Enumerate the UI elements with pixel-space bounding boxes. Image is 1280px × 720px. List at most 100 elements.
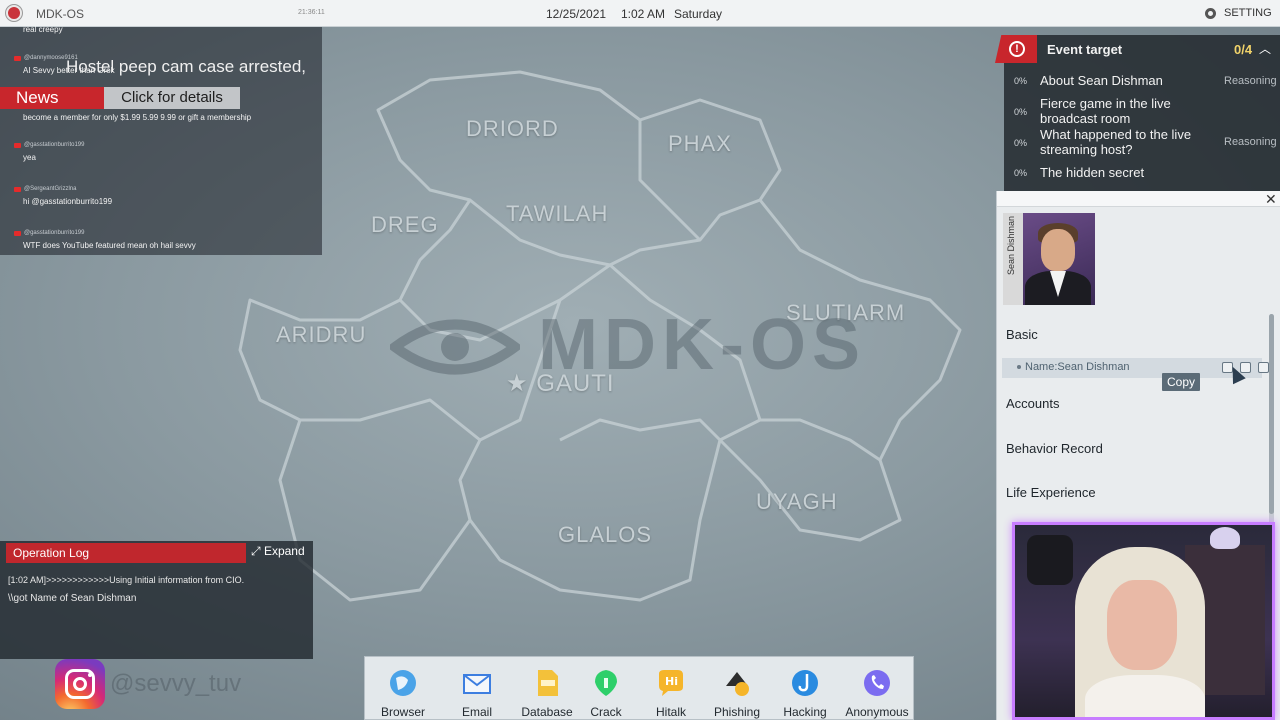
news-headline: Hostel peep cam case arrested, [66,57,307,76]
setting-button[interactable]: SETTING [1224,7,1272,19]
chat-message-text: become a member for only $1.99 5.99 9.99… [23,113,252,122]
dock-item-hitalk[interactable]: Hi Hitalk [637,657,705,720]
dock-item-label: Browser [380,705,425,719]
app-name: MDK-OS [36,7,84,21]
event-item-text: Fierce game in the live broadcast room [1040,96,1171,126]
svg-text:Hi: Hi [665,675,678,688]
database-icon [538,670,558,696]
name-field-row[interactable]: Name:Sean Dishman [1002,358,1269,378]
event-item-progress: 0% [1014,168,1028,178]
alert-icon: ! [1009,41,1025,57]
news-badge: News [0,87,104,109]
dock-item-email[interactable]: Email [443,657,511,720]
profile-title-bar [997,191,1280,207]
chat-username: @gasstationburrito199 [24,142,85,148]
chat-message-text: hi @gasstationburrito199 [23,197,113,206]
gear-icon[interactable] [1205,8,1216,19]
browser-icon [390,670,416,696]
region-label-aridru: ARIDRU [276,322,367,347]
chat-message-text: real creepy [23,25,63,34]
section-basic[interactable]: Basic [1006,327,1038,342]
event-item-progress: 0% [1014,107,1028,117]
profile-scroll-thumb[interactable] [1269,314,1274,514]
log-line: [1:02 AM]>>>>>>>>>>>>Using Initial infor… [8,575,245,585]
event-item-status: Reasoning [1224,136,1277,148]
eye-logo-icon [390,319,520,375]
dock-item-label: Email [461,705,492,719]
bullet-icon [1017,365,1021,369]
event-item-progress: 0% [1014,76,1028,86]
dock-item-phishing[interactable]: Phishing [703,657,771,720]
event-item-progress: 0% [1014,138,1028,148]
event-item-text: The hidden secret [1040,165,1145,180]
microphone [1027,535,1073,585]
instagram-handle: @sevvy_tuv [110,670,242,697]
streamer-face [1107,580,1177,670]
news-details-button[interactable]: Click for details [104,87,240,109]
dock-item-crack[interactable]: Crack [572,657,640,720]
dock-item-browser[interactable]: Browser [369,657,437,720]
close-icon[interactable]: ✕ [1265,191,1277,208]
document-icon[interactable] [1258,362,1269,373]
dock-item-anonymous[interactable]: Anonymous [843,657,911,720]
email-icon [463,674,491,694]
dock-item-label: Hacking [783,705,827,719]
instagram-dot [88,673,92,677]
watermark-text: MDK-OS [538,305,866,385]
region-label-phax: PHAX [668,131,732,156]
section-accounts[interactable]: Accounts [1006,396,1059,411]
app-timestamp: 21:36:11 [298,9,325,16]
date-display: 12/25/2021 [546,7,607,21]
section-life-experience[interactable]: Life Experience [1006,485,1096,500]
expand-label: Expand [263,544,305,558]
dock-item-hacking[interactable]: Hacking [771,657,839,720]
region-label-driord: DRIORD [466,116,559,141]
streamer-body [1085,675,1205,717]
youtube-icon [14,56,21,61]
time-display: 1:02 AM [621,7,666,21]
stream-chat-overlay: real creepy @dannymoose9161 AI Sevvy bet… [0,25,322,255]
top-bar: MDK-OS 21:36:11 12/25/2021 1:02 AM Satur… [0,0,1280,27]
crack-icon [595,670,617,696]
region-label-uyagh: UYAGH [756,489,838,514]
section-behavior-record[interactable]: Behavior Record [1006,441,1103,456]
expand-button[interactable]: ⤢ Expand [251,544,305,559]
event-item-status: Reasoning [1224,75,1277,87]
plush-cat [1210,527,1240,549]
chat-username: @gasstationburrito199 [24,230,85,236]
event-target-count: 0/4 [1234,42,1253,57]
event-target-panel: ! Event target 0/4 ︿ 0% About Sean Dishm… [995,35,1280,191]
anonymous-icon [864,670,890,696]
hitalk-icon: Hi [659,670,683,696]
chat-message-text: yea [23,153,36,162]
event-target-title: Event target [1047,42,1123,57]
event-target-header[interactable]: ! Event target 0/4 ︿ [995,35,1280,63]
operation-log-panel: Operation Log ⤢ Expand [1:02 AM]>>>>>>>>… [0,541,313,659]
region-label-dreg: DREG [371,212,439,237]
instagram-icon [55,659,105,709]
youtube-icon [14,231,21,236]
youtube-icon [14,143,21,148]
copy-tooltip: Copy [1162,373,1200,391]
event-item-text: About Sean Dishman [1040,73,1163,88]
log-line: \\got Name of Sean Dishman [8,593,137,604]
expand-icon: ⤢ [251,544,264,558]
photo-name-tag: Sean Dishman [1003,213,1023,305]
photo-name: Sean Dishman [1006,215,1016,275]
operation-log-title: Operation Log [6,543,246,563]
hacking-icon [792,670,818,696]
app-dock: Browser Email Database Crack Hi Hitalk P… [364,656,914,720]
photo-face [1041,229,1075,271]
name-field-value: Name:Sean Dishman [1025,361,1130,373]
chevron-up-icon[interactable]: ︿ [1259,40,1271,57]
region-label-tawilah: TAWILAH [506,201,609,226]
chat-message-text: WTF does YouTube featured mean oh hail s… [23,241,196,250]
mdk-os-logo-icon[interactable] [6,5,22,21]
event-item-text: What happened to the live streaming host… [1040,127,1192,157]
streamer-webcam [1012,522,1275,720]
profile-photo: Sean Dishman [1003,213,1095,305]
day-display: Saturday [674,7,723,21]
region-label-glalos: GLALOS [558,522,653,547]
youtube-icon [14,187,21,192]
chat-username: @SergeantGrizzlna [24,186,77,192]
